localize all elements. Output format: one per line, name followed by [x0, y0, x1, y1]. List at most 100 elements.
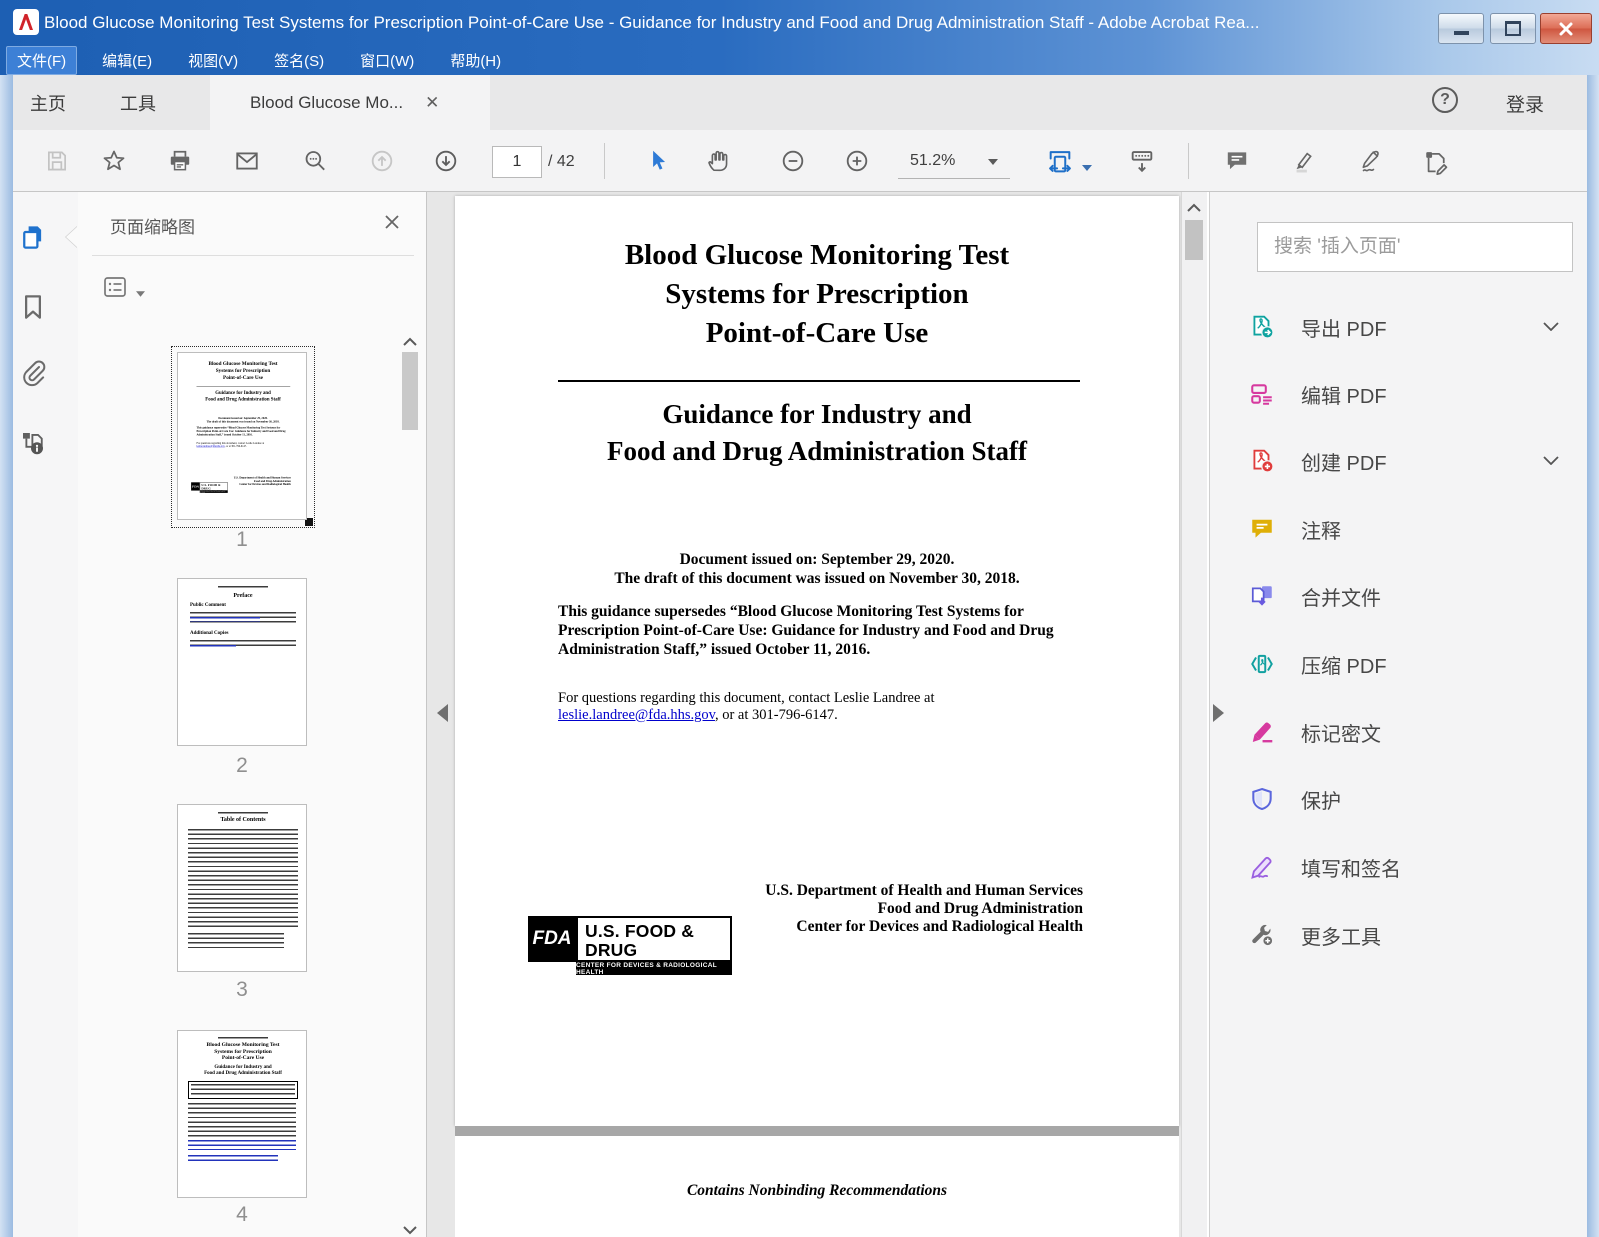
star-favorite-icon[interactable]	[101, 148, 127, 179]
help-icon[interactable]: ?	[1432, 87, 1458, 113]
minimize-button[interactable]	[1438, 13, 1484, 44]
panel-item-protect[interactable]: 保护	[1233, 770, 1573, 828]
thumbnail-4-box	[188, 1081, 298, 1099]
pdf-page-2[interactable]: Contains Nonbinding Recommendations	[455, 1136, 1179, 1237]
fda-logo-text: U.S. FOOD & DRUG ADMINISTRATION	[576, 916, 732, 971]
panel-item-create-pdf[interactable]: 创建 PDF	[1233, 432, 1573, 490]
previous-page-icon[interactable]	[369, 148, 395, 179]
doc-subtitle: Guidance for Industry and Food and Drug …	[606, 399, 1028, 466]
menu-help[interactable]: 帮助(H)	[439, 46, 512, 75]
thumbnail-page-4[interactable]: Blood Glucose Monitoring Test Systems for…	[177, 1030, 307, 1198]
active-panel-notch	[66, 226, 78, 248]
contact-email-link[interactable]: leslie.landree@fda.hhs.gov	[558, 707, 715, 723]
expand-right-panel-icon[interactable]	[1213, 704, 1224, 722]
thumbnails-scroll-up-icon[interactable]	[402, 334, 418, 352]
object-data-icon[interactable]	[18, 428, 48, 458]
navigation-rail	[13, 192, 78, 1237]
options-chevron-icon	[136, 284, 145, 302]
close-panel-icon[interactable]	[382, 212, 402, 237]
document-scrollbar-thumb[interactable]	[1185, 220, 1203, 260]
email-icon[interactable]	[234, 148, 260, 179]
collapse-left-panel-icon[interactable]	[437, 704, 448, 722]
close-button[interactable]	[1540, 13, 1592, 44]
doc-rule	[558, 380, 1080, 382]
menu-bar: 文件(F) 编辑(E) 视图(V) 签名(S) 窗口(W) 帮助(H)	[6, 45, 512, 75]
tab-home[interactable]: 主页	[30, 90, 66, 116]
minimize-icon	[1453, 31, 1469, 35]
menu-edit[interactable]: 编辑(E)	[91, 46, 163, 75]
panel-item-more-tools[interactable]: 更多工具	[1233, 906, 1573, 964]
panel-divider	[92, 255, 414, 256]
doc-issued-dates: Document issued on: September 29, 2020. …	[614, 551, 1020, 587]
protect-icon	[1249, 786, 1275, 812]
fda-logo: FDA U.S. FOOD & DRUG ADMINISTRATION CENT…	[528, 916, 736, 978]
tab-document[interactable]: Blood Glucose Mo... ✕	[210, 75, 490, 130]
next-page-icon[interactable]	[433, 148, 459, 179]
zoom-out-icon[interactable]	[780, 148, 806, 179]
thumbnail-3-number: 3	[236, 978, 248, 1001]
panel-item-fill-sign[interactable]: 填写和签名	[1233, 838, 1573, 896]
document-scrollbar[interactable]	[1181, 192, 1207, 1237]
request-signatures-icon[interactable]	[1421, 148, 1449, 181]
acrobat-window: Blood Glucose Monitoring Test Systems fo…	[0, 0, 1599, 1237]
redact-icon	[1249, 719, 1275, 745]
export-pdf-icon	[1249, 314, 1275, 340]
fit-width-icon[interactable]	[1046, 148, 1074, 181]
doc-supersedes-paragraph: This guidance supersedes “Blood Glucose …	[558, 603, 1054, 658]
menu-view[interactable]: 视图(V)	[177, 46, 249, 75]
pdf-page-1[interactable]: Blood Glucose Monitoring Test Systems fo…	[455, 196, 1179, 1126]
panel-item-export-pdf[interactable]: 导出 PDF	[1233, 298, 1573, 356]
thumbnail-page-1[interactable]: Blood Glucose Monitoring Test Systems for…	[177, 352, 307, 520]
page-thumbnails-icon[interactable]	[18, 222, 48, 252]
chevron-down-icon	[1543, 452, 1559, 470]
doc-scroll-up-icon[interactable]	[1186, 200, 1202, 218]
thumbnail-page-3[interactable]: Table of Contents	[177, 804, 307, 972]
panel-item-comment[interactable]: 注释	[1233, 500, 1573, 558]
toolbar-separator	[604, 143, 605, 179]
thumbnail-options-button[interactable]	[103, 276, 131, 305]
print-icon[interactable]	[167, 148, 193, 179]
page-number-input[interactable]	[492, 146, 542, 178]
window-title: Blood Glucose Monitoring Test Systems fo…	[44, 13, 1260, 32]
fill-sign-icon	[1249, 854, 1275, 880]
fit-options-chevron-icon[interactable]	[1082, 158, 1092, 176]
zoom-in-icon[interactable]	[844, 148, 870, 179]
page-display-icon[interactable]	[1128, 148, 1156, 181]
maximize-icon	[1505, 21, 1521, 36]
panel-item-combine-files[interactable]: 合并文件	[1233, 567, 1573, 625]
zoom-level-select[interactable]: 51.2%	[898, 143, 1010, 179]
close-icon	[1559, 22, 1573, 35]
panel-item-redact[interactable]: 标记密文	[1233, 703, 1573, 761]
window-frame-left	[0, 75, 13, 1237]
sign-in-link[interactable]: 登录	[1506, 90, 1544, 117]
attachments-icon[interactable]	[18, 358, 48, 388]
sign-tool-icon[interactable]	[1357, 148, 1383, 179]
menu-file[interactable]: 文件(F)	[6, 45, 78, 75]
thumbnail-page-2[interactable]: Preface Public Comment Additional Copies	[177, 578, 307, 746]
thumbnails-scrollbar-thumb[interactable]	[402, 352, 418, 430]
highlight-tool-icon[interactable]	[1289, 148, 1315, 179]
tab-document-label: Blood Glucose Mo...	[250, 92, 404, 112]
find-icon[interactable]	[302, 148, 328, 179]
close-tab-icon[interactable]: ✕	[425, 93, 439, 113]
fda-logo-subtitle: CENTER FOR DEVICES & RADIOLOGICAL HEALTH	[576, 962, 732, 976]
doc-contact-paragraph: For questions regarding this document, c…	[558, 690, 935, 723]
thumbnail-1-number: 1	[236, 528, 248, 551]
comment-tool-icon[interactable]	[1224, 148, 1250, 179]
menu-sign[interactable]: 签名(S)	[263, 46, 335, 75]
create-pdf-icon	[1249, 448, 1275, 474]
select-tool-icon[interactable]	[645, 148, 671, 179]
maximize-button[interactable]	[1490, 13, 1536, 44]
panel-item-edit-pdf[interactable]: 编辑 PDF	[1233, 365, 1573, 423]
tab-tools[interactable]: 工具	[120, 90, 156, 116]
tools-search-input[interactable]	[1257, 222, 1573, 272]
thumbnails-scroll-down-icon[interactable]	[402, 1222, 418, 1237]
page2-header: Contains Nonbinding Recommendations	[686, 1182, 948, 1199]
menu-window[interactable]: 窗口(W)	[349, 46, 425, 75]
compress-pdf-icon	[1249, 651, 1275, 677]
bookmarks-icon[interactable]	[18, 292, 48, 322]
panel-item-compress-pdf[interactable]: 压缩 PDF	[1233, 635, 1573, 693]
title-bar: Blood Glucose Monitoring Test Systems fo…	[0, 0, 1599, 75]
hand-tool-icon[interactable]	[705, 148, 731, 179]
save-icon[interactable]	[44, 148, 70, 179]
